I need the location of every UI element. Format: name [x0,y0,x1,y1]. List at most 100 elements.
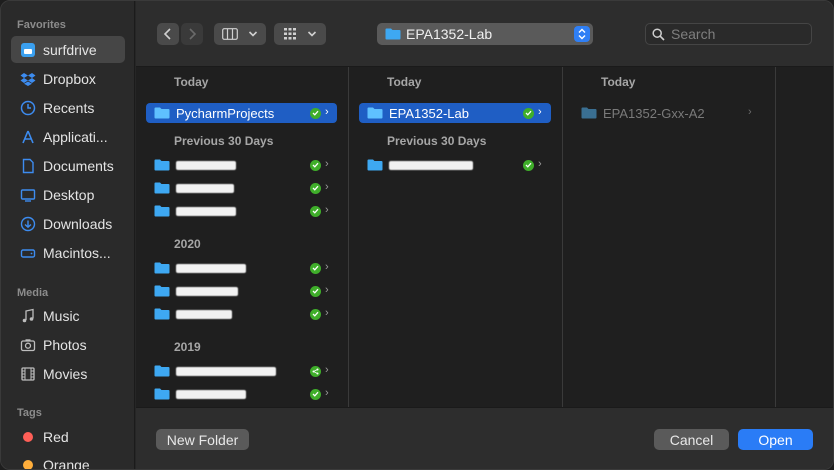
folder-row-pycharmprojects[interactable]: PycharmProjects › [146,103,337,123]
chevron-right-icon: › [325,106,329,118]
sidebar-item-label: surfdrive [43,41,97,58]
chevron-right-icon: › [325,204,329,216]
location-label: EPA1352-Lab [406,26,493,42]
download-icon [19,215,37,233]
toolbar: EPA1352-Lab [136,1,833,67]
sidebar-item-recents[interactable]: Recents [11,94,125,121]
sidebar-item-dropbox[interactable]: Dropbox [11,65,125,92]
chevron-right-icon: › [325,387,329,399]
folder-icon [154,107,170,119]
folder-icon [581,107,597,119]
up-down-chevron-icon [574,26,590,42]
sync-check-icon [310,388,321,400]
sidebar-item-label: Red [43,428,69,445]
sidebar-item-music[interactable]: Music [11,302,125,329]
sync-check-icon [523,159,534,171]
sync-check-icon [310,262,321,274]
folder-row[interactable]: › [146,281,337,301]
section-header-2019: 2019 [174,340,201,354]
search-input[interactable] [671,26,801,42]
folder-row[interactable]: › [146,201,337,221]
film-icon [19,365,37,383]
redacted-name [176,366,276,376]
group-button[interactable] [274,23,326,45]
redacted-name [389,160,473,170]
favorites-header: Favorites [17,19,66,31]
folder-icon [367,107,383,119]
chevron-right-icon: › [325,307,329,319]
folder-row[interactable]: › [146,178,337,198]
sync-check-icon [310,182,321,194]
chevron-right-icon: › [748,106,752,118]
redacted-name [176,389,246,399]
folder-row[interactable]: › [146,304,337,324]
sidebar-item-label: Dropbox [43,70,96,87]
folder-icon [154,182,170,194]
sidebar-item-movies[interactable]: Movies [11,360,125,387]
search-field[interactable] [645,23,812,45]
folder-icon [154,159,170,171]
chevron-right-icon: › [325,284,329,296]
sidebar-item-macintosh-hd[interactable]: Macintos... [11,239,125,266]
tags-header: Tags [17,407,42,419]
chevron-right-icon [189,28,197,40]
folder-icon [367,159,383,171]
document-icon [19,157,37,175]
folder-icon [154,388,170,400]
folder-icon [385,28,401,40]
sidebar-item-applications[interactable]: Applicati... [11,123,125,150]
sidebar-item-documents[interactable]: Documents [11,152,125,179]
chevron-right-icon: › [538,158,542,170]
folder-row[interactable]: › [146,384,337,404]
folder-name: EPA1352-Lab [389,105,469,121]
folder-row-epa1352-gxx-a2[interactable]: EPA1352-Gxx-A2 › [573,103,763,123]
folder-row[interactable]: › [359,155,551,175]
sidebar-item-desktop[interactable]: Desktop [11,181,125,208]
location-popup[interactable]: EPA1352-Lab [377,23,593,45]
red-tag-icon [23,431,33,442]
chevron-down-icon [248,31,258,37]
folder-icon [154,262,170,274]
chevron-right-icon: › [538,106,542,118]
sidebar-item-photos[interactable]: Photos [11,331,125,358]
surfdrive-icon [19,41,37,59]
sidebar-item-label: Photos [43,336,87,353]
redacted-name [176,183,234,193]
view-mode-button[interactable] [214,23,266,45]
sidebar: Favorites surfdrive Dropbox Recents Appl… [1,1,135,470]
folder-row[interactable]: › [146,258,337,278]
cancel-button[interactable]: Cancel [654,429,729,450]
column-browser: Today PycharmProjects › Previous 30 Days… [136,67,833,407]
sidebar-item-label: Orange [43,456,90,470]
section-header-today: Today [387,75,422,89]
sidebar-item-downloads[interactable]: Downloads [11,210,125,237]
music-icon [19,307,37,325]
sidebar-item-surfdrive[interactable]: surfdrive [11,36,125,63]
sidebar-item-label: Movies [43,365,88,382]
redacted-name [176,286,238,296]
sidebar-item-tag-red[interactable]: Red [11,423,125,450]
sidebar-item-tag-orange[interactable]: Orange [11,451,125,470]
back-button[interactable] [157,23,179,45]
chevron-right-icon: › [325,158,329,170]
bottom-bar: New Folder Cancel Open [136,407,833,469]
camera-icon [19,336,37,354]
column-2: Today EPA1352-Lab › Previous 30 Days › [349,67,563,407]
folder-row-epa1352-lab[interactable]: EPA1352-Lab › [359,103,551,123]
new-folder-button[interactable]: New Folder [156,429,249,450]
folder-icon [154,365,170,377]
search-icon [652,27,665,41]
folder-row[interactable]: › [146,155,337,175]
disk-icon [19,244,37,262]
sidebar-item-label: Desktop [43,186,95,203]
folder-name: PycharmProjects [176,105,275,121]
shared-icon [310,365,321,377]
sidebar-item-label: Applicati... [43,128,108,145]
desktop-icon [19,186,37,204]
forward-button[interactable] [181,23,203,45]
sync-check-icon [310,205,321,217]
folder-row[interactable]: › [146,361,337,381]
sidebar-item-label: Macintos... [43,244,111,261]
open-button[interactable]: Open [738,429,813,450]
grid-icon [284,28,296,40]
